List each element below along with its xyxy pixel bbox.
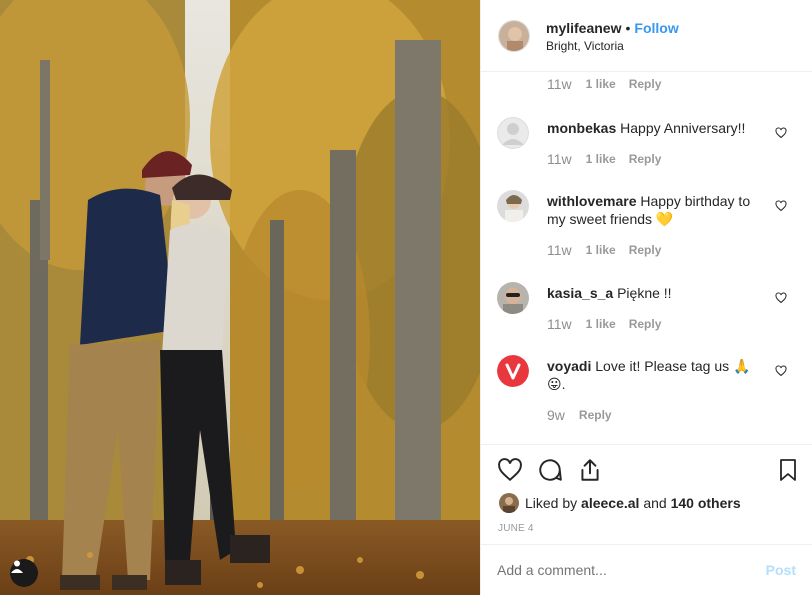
commenter-username[interactable]: voyadi [547,358,591,374]
comment-like-count[interactable]: 1 like [586,317,616,331]
comment-reply-button[interactable]: Reply [629,152,662,166]
tagged-user-button[interactable] [10,559,38,587]
user-tag-icon [11,560,23,573]
comment-meta: 11w 1 like Reply [547,316,674,332]
liker-avatar[interactable] [499,493,519,513]
commenter-avatar-image [497,282,529,314]
add-comment-bar: Post [481,544,812,595]
author-avatar[interactable] [498,19,530,52]
post-header: mylifeanew • Follow Bright, Victoria [481,0,812,72]
likes-prefix: Liked by [525,495,578,511]
comment-text: Happy Anniversary!! [620,120,746,136]
comment-like-count[interactable]: 1 like [586,77,616,91]
commenter-avatar[interactable] [497,190,529,222]
comment-body: kasia_s_a Piękne !! [547,284,762,302]
post-actions: Liked by aleece.al and 140 others JUNE 4 [481,444,812,544]
comment-body: voyadi Love it! Please tag us 🙏 😛. [547,357,762,393]
author-meta: mylifeanew • Follow Bright, Victoria [546,19,679,53]
comment-meta: 11w 1 like Reply [547,242,674,258]
commenter-username[interactable]: monbekas [547,120,616,136]
commenter-avatar-image [497,190,529,222]
liker-username[interactable]: aleece.al [581,495,639,511]
comments-list[interactable]: 11w 1 like Reply monbekas Happy Annivers… [481,72,812,444]
likes-mid: and [643,495,667,511]
action-icons [497,457,800,483]
commenter-username[interactable]: withlovemare [547,193,636,209]
commenter-username[interactable]: kasia_s_a [547,285,613,301]
likes-summary: Liked by aleece.al and 140 others [499,493,741,513]
author-avatar-image [499,20,529,51]
default-avatar-icon [497,117,529,149]
heart-icon[interactable] [775,200,787,212]
post-comment-button[interactable]: Post [766,562,796,578]
comment-reply-button[interactable]: Reply [629,77,662,91]
comment-body: monbekas Happy Anniversary!! [547,119,762,137]
comment-text: Piękne !! [617,285,672,301]
author-username[interactable]: mylifeanew [546,20,621,36]
commenter-avatar[interactable] [497,282,529,314]
bookmark-icon[interactable] [776,457,800,483]
comment-body: withlovemare Happy birthday to my sweet … [547,192,762,228]
share-icon[interactable] [577,457,603,483]
comment-time[interactable]: 11w [547,242,572,258]
post-location[interactable]: Bright, Victoria [546,39,679,53]
heart-icon[interactable] [497,457,523,483]
photo-illustration [0,0,480,595]
comment-reply-button[interactable]: Reply [579,408,612,422]
comment-like-count[interactable]: 1 like [586,243,616,257]
commenter-avatar[interactable] [497,117,529,149]
comment-input[interactable] [497,562,766,578]
voyadi-logo-icon [497,355,529,387]
follow-button[interactable]: Follow [634,20,678,36]
comment-time[interactable]: 11w [547,76,572,92]
commenter-avatar[interactable] [497,355,529,387]
comment-reply-button[interactable]: Reply [629,317,662,331]
comment-like-count[interactable]: 1 like [586,152,616,166]
post-details-panel: mylifeanew • Follow Bright, Victoria 11w 1… [480,0,812,595]
comment-time[interactable]: 9w [547,407,565,423]
comment-time[interactable]: 11w [547,151,572,167]
comment-time[interactable]: 11w [547,316,572,332]
comment-reply-button[interactable]: Reply [629,243,662,257]
heart-icon[interactable] [775,365,787,377]
heart-icon[interactable] [775,292,787,304]
heart-icon[interactable] [775,127,787,139]
comment-icon[interactable] [537,457,563,483]
post-date[interactable]: JUNE 4 [498,523,534,534]
comment-meta: 11w 1 like Reply [547,151,674,167]
separator-dot: • [625,19,631,36]
comment-meta: 9w Reply [547,407,625,423]
likes-others-link[interactable]: 140 others [671,495,741,511]
comment-meta: 11w 1 like Reply [547,76,674,92]
post-photo[interactable] [0,0,480,595]
liker-avatar-image [499,493,519,513]
